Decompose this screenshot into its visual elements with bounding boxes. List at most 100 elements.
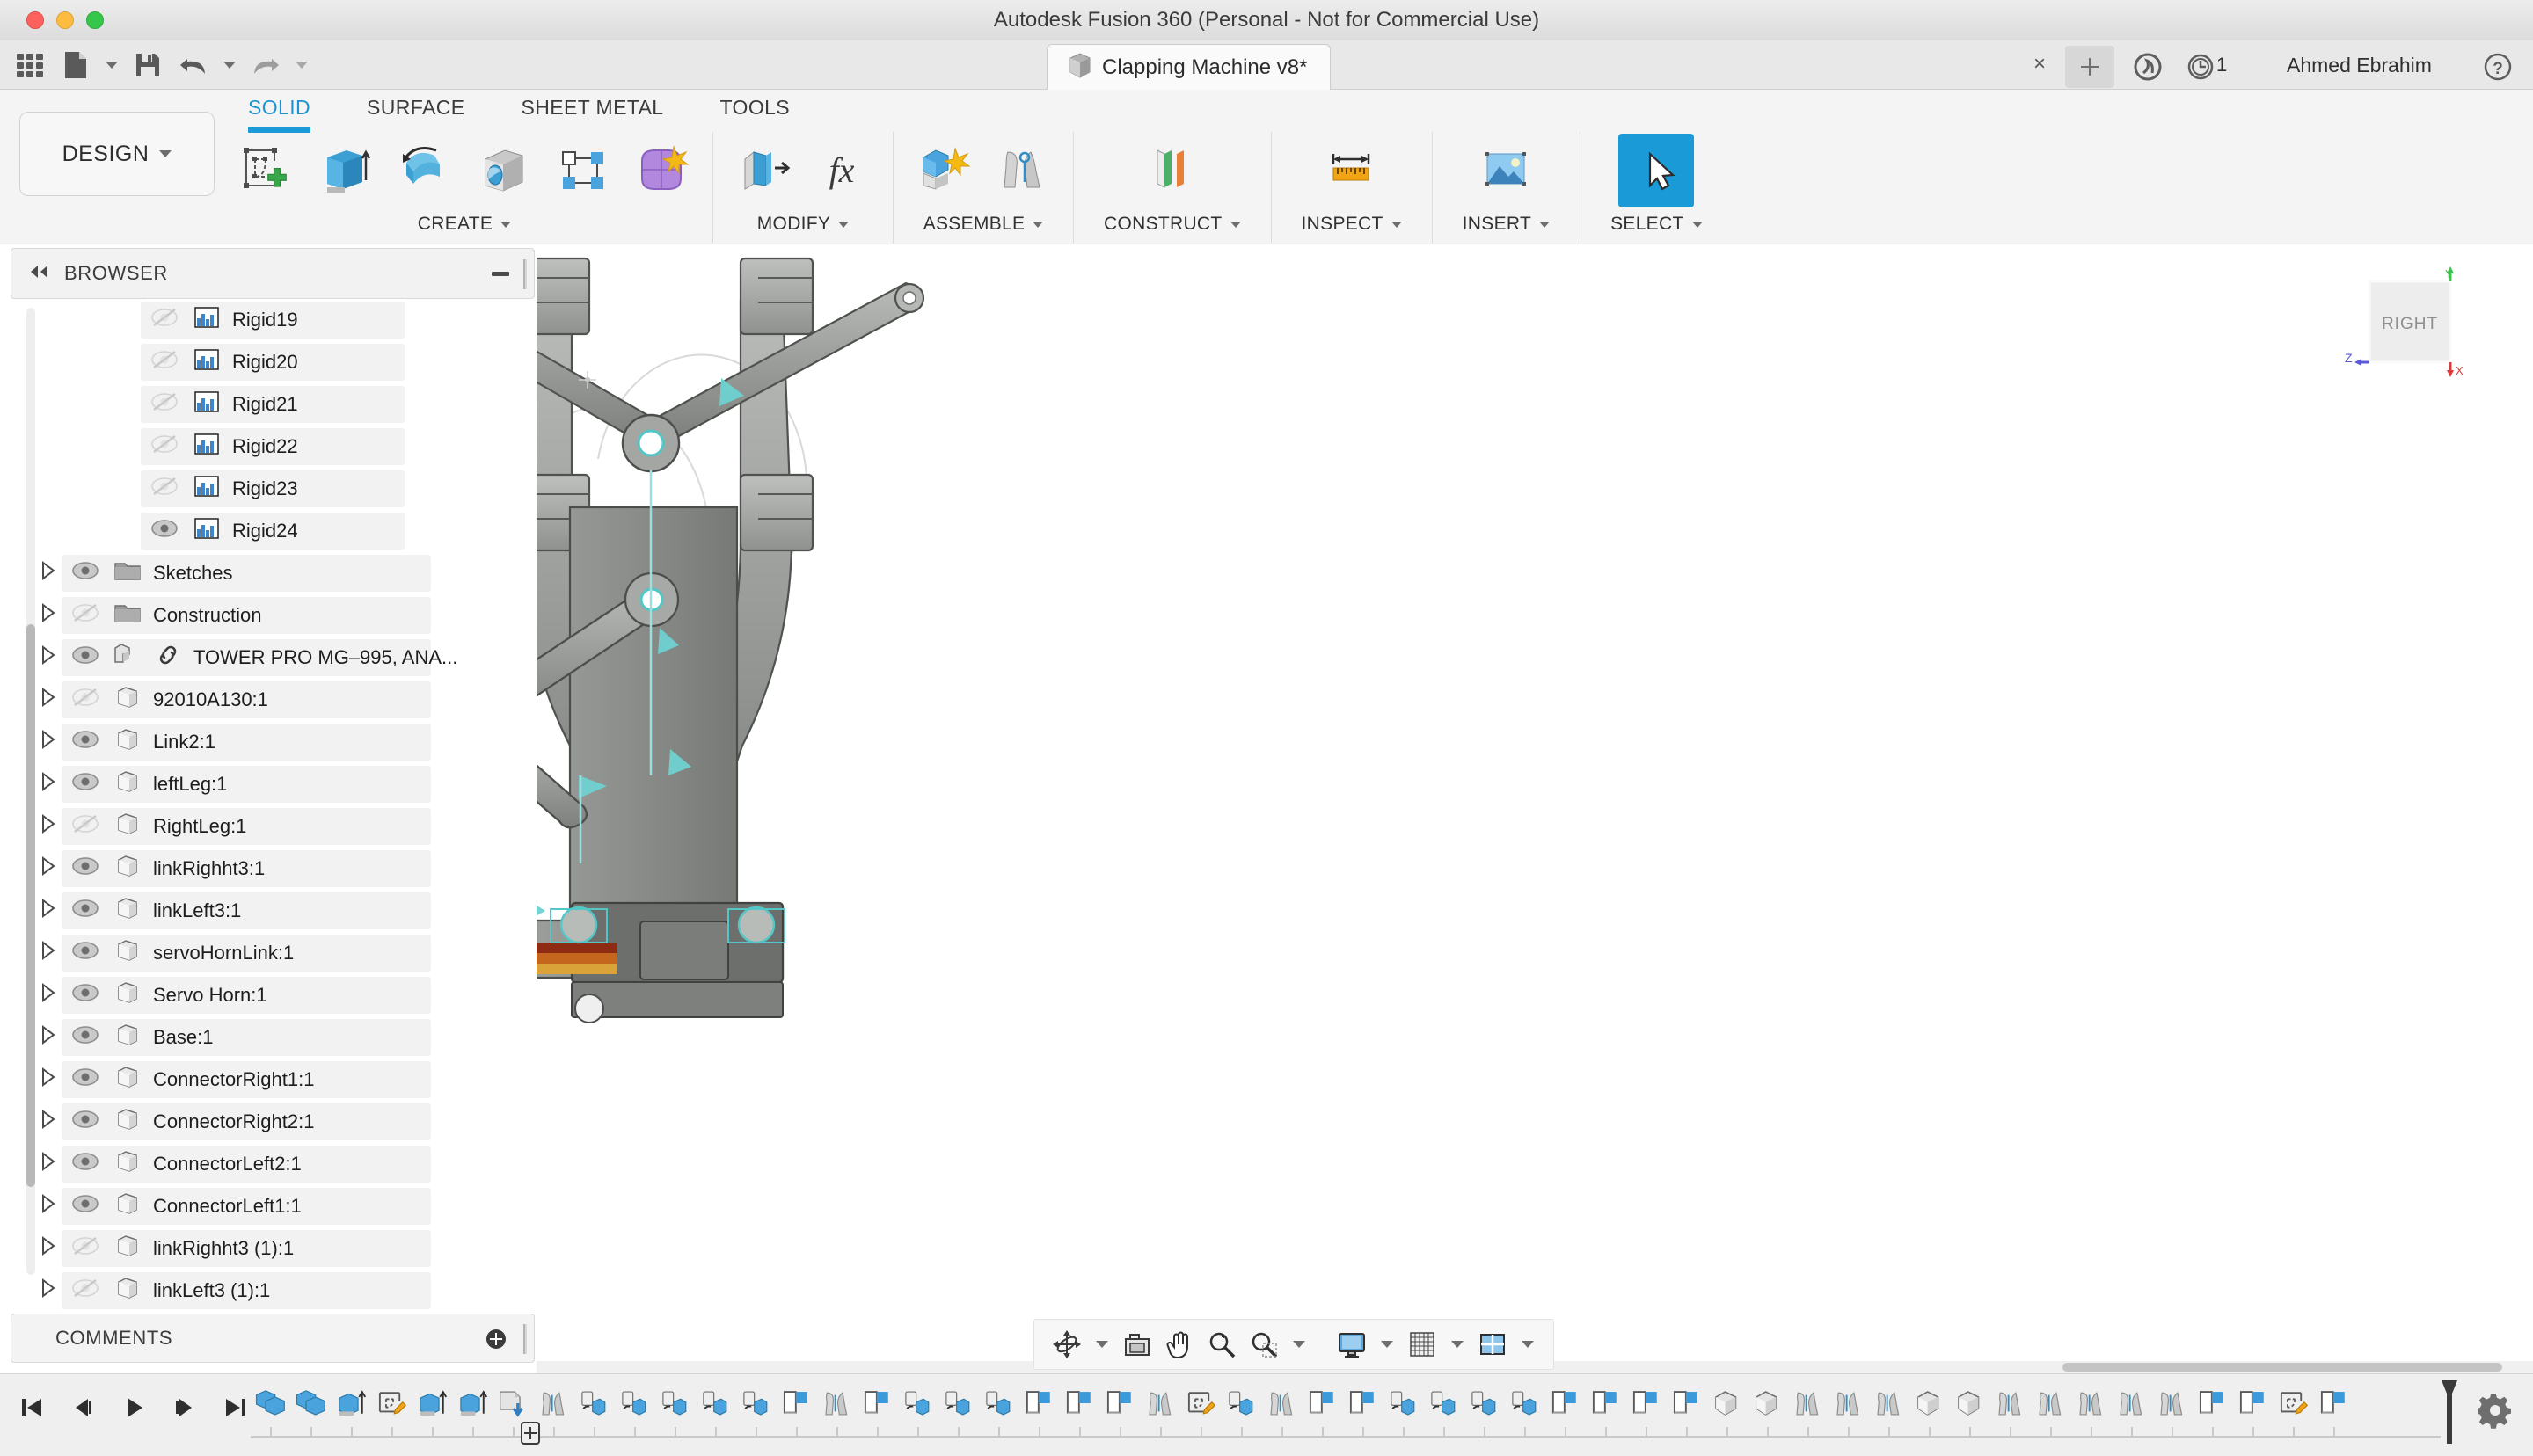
tree-expand-arrow[interactable] xyxy=(33,855,63,882)
visibility-toggle-hidden[interactable] xyxy=(63,686,107,714)
visibility-toggle-hidden[interactable] xyxy=(63,1234,107,1263)
insert-image-icon[interactable] xyxy=(1468,134,1544,207)
browser-tree-item[interactable]: servoHornLink:1 xyxy=(11,932,535,974)
tree-expand-arrow[interactable] xyxy=(33,1278,63,1304)
close-tab-button[interactable]: × xyxy=(2027,53,2052,77)
visibility-toggle-hidden[interactable] xyxy=(63,1277,107,1305)
display-settings-dropdown-caret[interactable] xyxy=(1374,1323,1400,1365)
panel-create-label[interactable]: CREATE xyxy=(418,209,512,239)
visibility-toggle-visible[interactable] xyxy=(63,1023,107,1052)
visibility-toggle-visible[interactable] xyxy=(63,770,107,798)
tree-expand-arrow[interactable] xyxy=(33,644,63,671)
step-back-icon[interactable] xyxy=(63,1388,102,1427)
browser-tree-item[interactable]: RightLeg:1 xyxy=(11,805,535,848)
visibility-toggle-visible[interactable] xyxy=(63,1192,107,1220)
hole-icon[interactable] xyxy=(466,134,542,207)
visibility-toggle-visible[interactable] xyxy=(63,897,107,925)
timeline-group-marker[interactable] xyxy=(519,1420,542,1446)
visibility-toggle-visible[interactable] xyxy=(63,644,107,672)
visibility-toggle-visible[interactable] xyxy=(63,1150,107,1178)
viewport-canvas[interactable]: RIGHT Y X Z xyxy=(537,248,2533,1365)
panel-assemble-label[interactable]: ASSEMBLE xyxy=(923,209,1044,239)
browser-tree-item[interactable]: ConnectorRight2:1 xyxy=(11,1101,535,1143)
browser-tree-item[interactable]: Rigid19 xyxy=(11,299,535,341)
visibility-toggle-hidden[interactable] xyxy=(63,601,107,630)
visibility-toggle-hidden[interactable] xyxy=(142,475,186,503)
panel-select-label[interactable]: SELECT xyxy=(1610,209,1703,239)
browser-tree-item[interactable]: Construction xyxy=(11,594,535,637)
display-settings-icon[interactable] xyxy=(1332,1323,1372,1365)
file-tab[interactable]: Clapping Machine v8* xyxy=(1047,44,1332,90)
tree-expand-arrow[interactable] xyxy=(33,982,63,1008)
tree-expand-arrow[interactable] xyxy=(33,1067,63,1093)
joint-icon[interactable] xyxy=(985,134,1061,207)
visibility-toggle-visible[interactable] xyxy=(63,1108,107,1136)
add-comment-icon[interactable] xyxy=(485,1328,507,1350)
undo-dropdown-caret[interactable] xyxy=(218,44,241,86)
collapse-left-icon[interactable] xyxy=(27,263,50,285)
browser-tree-item[interactable]: Rigid21 xyxy=(11,383,535,426)
visibility-toggle-visible[interactable] xyxy=(63,855,107,883)
change-parameters-icon[interactable]: fx xyxy=(805,134,880,207)
browser-tree-item[interactable]: ConnectorLeft2:1 xyxy=(11,1143,535,1185)
new-component-icon[interactable] xyxy=(906,134,982,207)
form-icon[interactable] xyxy=(624,134,700,207)
comments-resize-grip[interactable] xyxy=(523,1324,527,1354)
look-at-icon[interactable] xyxy=(1117,1323,1157,1365)
workspace-switcher-button[interactable]: DESIGN xyxy=(19,112,215,196)
visibility-toggle-visible[interactable] xyxy=(63,939,107,967)
tree-expand-arrow[interactable] xyxy=(33,560,63,586)
browser-tree-item[interactable]: linkLeft3:1 xyxy=(11,890,535,932)
tree-expand-arrow[interactable] xyxy=(33,771,63,797)
browser-tree-item[interactable]: ConnectorLeft1:1 xyxy=(11,1185,535,1227)
zoom-icon[interactable] xyxy=(1201,1323,1242,1365)
extrude-icon[interactable] xyxy=(308,134,383,207)
redo-icon[interactable] xyxy=(245,44,287,86)
visibility-toggle-hidden[interactable] xyxy=(63,812,107,841)
create-sketch-icon[interactable] xyxy=(229,134,304,207)
browser-tree-item[interactable]: 92010A130:1 xyxy=(11,679,535,721)
minimize-panel-icon[interactable] xyxy=(490,265,511,284)
new-file-icon[interactable] xyxy=(55,44,97,86)
browser-panel-header[interactable]: BROWSER xyxy=(11,248,535,299)
tree-expand-arrow[interactable] xyxy=(33,1193,63,1219)
job-status-clock-icon[interactable] xyxy=(2181,49,2220,84)
browser-tree-item[interactable]: leftLeg:1 xyxy=(11,763,535,805)
tree-expand-arrow[interactable] xyxy=(33,813,63,840)
tree-expand-arrow[interactable] xyxy=(33,898,63,924)
visibility-toggle-visible[interactable] xyxy=(63,981,107,1009)
visibility-toggle-visible[interactable] xyxy=(142,517,186,545)
new-file-dropdown-caret[interactable] xyxy=(100,44,123,86)
offset-plane-icon[interactable] xyxy=(1135,134,1210,207)
tree-expand-arrow[interactable] xyxy=(33,1235,63,1262)
tab-solid[interactable]: SOLID xyxy=(220,90,339,133)
browser-tree-item[interactable]: Rigid20 xyxy=(11,341,535,383)
extension-icon[interactable] xyxy=(2128,49,2167,84)
tab-sheet-metal[interactable]: SHEET METAL xyxy=(493,90,691,128)
rectangular-pattern-icon[interactable] xyxy=(545,134,621,207)
orbit-dropdown-caret[interactable] xyxy=(1089,1323,1115,1365)
panel-insert-label[interactable]: INSERT xyxy=(1463,209,1551,239)
visibility-toggle-hidden[interactable] xyxy=(142,433,186,461)
browser-tree-item[interactable]: Rigid22 xyxy=(11,426,535,468)
grid-apps-icon[interactable] xyxy=(9,44,51,86)
visibility-toggle-visible[interactable] xyxy=(63,728,107,756)
visibility-toggle-hidden[interactable] xyxy=(142,306,186,334)
browser-tree-item[interactable]: linkRighht3:1 xyxy=(11,848,535,890)
browser-tree-item[interactable]: Base:1 xyxy=(11,1016,535,1059)
measure-icon[interactable] xyxy=(1314,134,1390,207)
go-to-beginning-icon[interactable] xyxy=(12,1388,51,1427)
browser-tree-item[interactable]: linkRighht3 (1):1 xyxy=(11,1227,535,1270)
tree-expand-arrow[interactable] xyxy=(33,729,63,755)
browser-tree-item[interactable]: Rigid24 xyxy=(11,510,535,552)
undo-icon[interactable] xyxy=(172,44,215,86)
tree-expand-arrow[interactable] xyxy=(33,940,63,966)
browser-tree-item[interactable]: ConnectorRight1:1 xyxy=(11,1059,535,1101)
browser-tree-item[interactable]: Sketches xyxy=(11,552,535,594)
tree-expand-arrow[interactable] xyxy=(33,602,63,629)
viewports-dropdown-caret[interactable] xyxy=(1515,1323,1541,1365)
panel-construct-label[interactable]: CONSTRUCT xyxy=(1104,209,1241,239)
comments-panel-header[interactable]: COMMENTS xyxy=(11,1314,535,1363)
visibility-toggle-visible[interactable] xyxy=(63,559,107,587)
grid-snap-icon[interactable] xyxy=(1402,1323,1442,1365)
